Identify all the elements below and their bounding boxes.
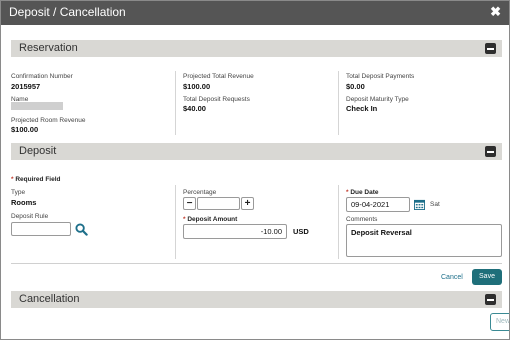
required-field-label: Required Field — [15, 176, 61, 183]
section-divider — [11, 263, 502, 264]
deposit-amount-input[interactable]: -10.00 — [183, 224, 287, 239]
due-date-caption: * Due Date — [346, 189, 379, 196]
dialog-title: Deposit / Cancellation — [9, 5, 126, 19]
cancellation-section-header[interactable]: Cancellation — [11, 291, 502, 308]
calendar-icon[interactable] — [414, 199, 425, 210]
search-icon[interactable] — [75, 223, 88, 236]
projected-room-revenue-value: $100.00 — [11, 125, 39, 134]
type-value: Rooms — [11, 198, 37, 207]
column-divider — [338, 71, 339, 135]
deposit-collapse-icon[interactable] — [485, 146, 496, 157]
dialog-titlebar: Deposit / Cancellation ✖ — [1, 1, 509, 25]
reservation-section-title: Reservation — [19, 42, 78, 54]
total-deposit-payments-value: $0.00 — [346, 82, 365, 91]
deposit-section-title: Deposit — [19, 145, 57, 157]
comments-label: Comments — [346, 216, 378, 223]
percentage-label: Percentage — [183, 189, 217, 196]
deposit-amount-label: Deposit Amount — [187, 216, 238, 223]
deposit-cancellation-dialog: Deposit / Cancellation ✖ Reservation Con… — [0, 0, 510, 340]
due-date-input[interactable]: 09-04-2021 — [346, 197, 410, 212]
deposit-maturity-type-value: Check In — [346, 104, 378, 113]
cancellation-collapse-icon[interactable] — [485, 294, 496, 305]
required-field-note: * Required Field — [11, 176, 61, 183]
comments-textarea[interactable]: Deposit Reversal — [346, 224, 502, 257]
confirmation-number-label: Confirmation Number — [11, 73, 73, 80]
due-day: Sat — [430, 201, 440, 208]
deposit-amount-caption: * Deposit Amount — [183, 216, 237, 223]
column-divider — [338, 185, 339, 259]
deposit-section-header[interactable]: Deposit — [11, 143, 502, 160]
deposit-rule-input[interactable] — [11, 222, 71, 236]
type-label: Type — [11, 189, 26, 196]
percentage-input[interactable] — [197, 197, 240, 210]
close-icon[interactable]: ✖ — [490, 4, 501, 20]
confirmation-number-value: 2015957 — [11, 82, 41, 91]
column-divider — [175, 71, 176, 135]
projected-total-revenue-value: $100.00 — [183, 82, 211, 91]
total-deposit-requests-label: Total Deposit Requests — [183, 96, 250, 103]
total-deposit-requests-value: $40.00 — [183, 104, 206, 113]
name-value-redacted — [11, 102, 63, 110]
cancellation-section-title: Cancellation — [19, 293, 80, 305]
total-deposit-payments-label: Total Deposit Payments — [346, 73, 415, 80]
currency-code: USD — [293, 227, 309, 236]
save-button[interactable]: Save — [472, 269, 502, 285]
column-divider — [175, 185, 176, 259]
projected-room-revenue-label: Projected Room Revenue — [11, 117, 86, 124]
cancel-button[interactable]: Cancel — [441, 274, 463, 281]
projected-total-revenue-label: Projected Total Revenue — [183, 73, 254, 80]
deposit-maturity-type-label: Deposit Maturity Type — [346, 96, 409, 103]
new-button[interactable]: New — [490, 313, 509, 331]
reservation-section-header[interactable]: Reservation — [11, 40, 502, 57]
due-date-label: Due Date — [350, 189, 379, 196]
deposit-rule-label: Deposit Rule — [11, 213, 49, 220]
reservation-collapse-icon[interactable] — [485, 43, 496, 54]
percentage-increment-button[interactable]: + — [241, 197, 254, 210]
percentage-decrement-button[interactable]: − — [183, 197, 196, 210]
